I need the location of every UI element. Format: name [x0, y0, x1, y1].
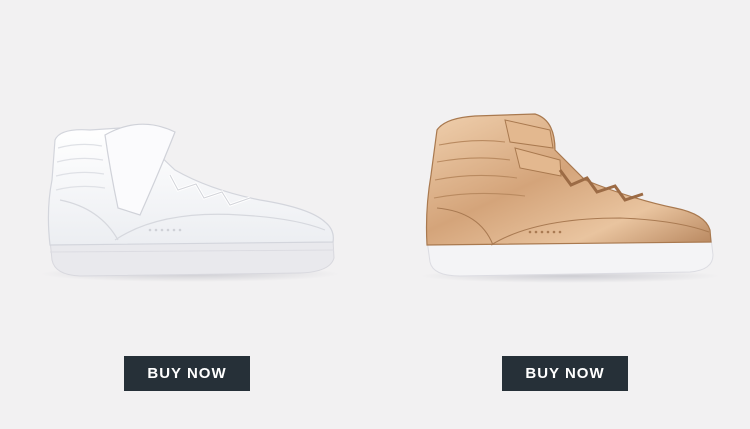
buy-now-button[interactable]: BUY NOW [124, 356, 250, 391]
buy-now-button[interactable]: BUY NOW [502, 356, 628, 391]
product-card-white-sneaker: BUY NOW [0, 0, 375, 429]
white-sneaker-image[interactable] [0, 90, 375, 300]
product-card-rose-gold-sneaker: BUY NOW [375, 0, 750, 429]
rose-gold-sneaker-image[interactable] [375, 90, 750, 300]
